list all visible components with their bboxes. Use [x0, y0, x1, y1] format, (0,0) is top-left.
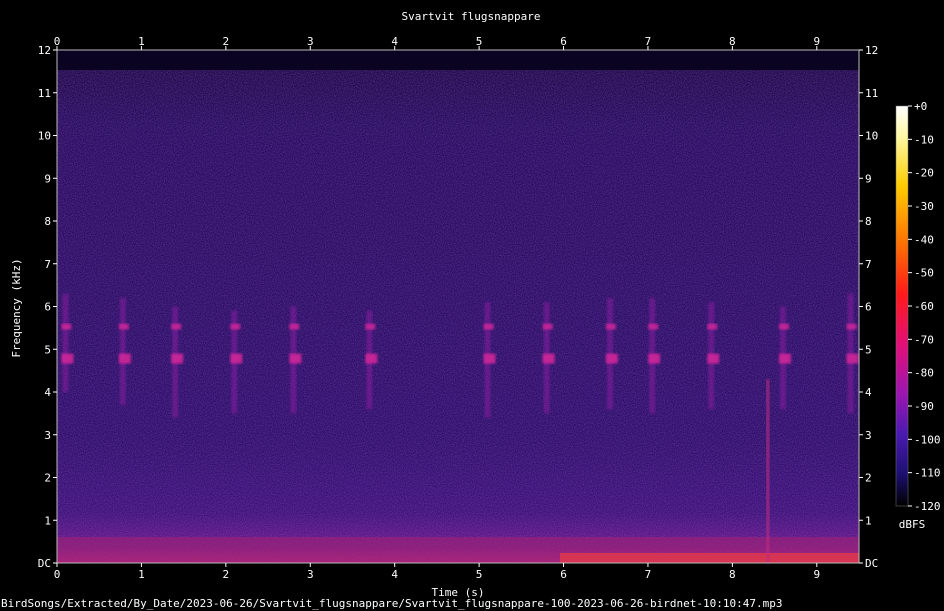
y-tick-label-right: 10	[865, 130, 878, 143]
call-main-band	[171, 353, 184, 364]
y-tick-label-right: 9	[865, 172, 872, 185]
y-tick-label-right: 2	[865, 472, 872, 485]
x-tick-label-top: 4	[391, 35, 398, 48]
x-tick-label-bottom: 0	[54, 568, 61, 581]
y-tick-label-left: 11	[38, 87, 51, 100]
call-main-band	[483, 353, 496, 364]
call-main-band	[707, 353, 720, 364]
call-upper-band	[483, 323, 494, 330]
call-streak	[62, 293, 69, 392]
y-tick-label-left: DC	[38, 557, 51, 570]
colorbar-tick-label: -40	[914, 233, 934, 246]
plot-top-fade	[57, 50, 859, 70]
call-main-band	[289, 353, 302, 364]
call-upper-band	[61, 323, 72, 330]
call-upper-band	[118, 323, 129, 330]
colorbar-tick-label: -90	[914, 400, 934, 413]
y-tick-label-right: 8	[865, 215, 872, 228]
y-tick-label-left: 6	[44, 301, 51, 314]
call-main-band	[542, 353, 555, 364]
x-tick-label-bottom: 9	[813, 568, 820, 581]
x-tick-label-top: 0	[54, 35, 61, 48]
call-upper-band	[171, 323, 182, 330]
x-tick-label-bottom: 7	[645, 568, 652, 581]
call-upper-band	[779, 323, 790, 330]
y-axis-label: Frequency (kHz)	[10, 258, 23, 357]
x-tick-label-bottom: 2	[223, 568, 230, 581]
y-tick-label-left: 10	[38, 130, 51, 143]
x-tick-label-bottom: 6	[560, 568, 567, 581]
y-tick-label-left: 8	[44, 215, 51, 228]
y-tick-label-right: 12	[865, 44, 878, 57]
call-main-band	[365, 353, 378, 364]
colorbar-tick-label: -120	[914, 500, 941, 513]
colorbar-tick-label: -100	[914, 433, 941, 446]
call-main-band	[605, 353, 618, 364]
y-tick-label-right: DC	[865, 557, 878, 570]
call-main-band	[846, 353, 859, 364]
x-tick-label-bottom: 5	[476, 568, 483, 581]
footer-file-path: BirdSongs/Extracted/By_Date/2023-06-26/S…	[1, 597, 782, 610]
y-tick-label-right: 7	[865, 258, 872, 271]
call-upper-band	[846, 323, 857, 330]
broadband-click	[766, 379, 770, 563]
colorbar	[895, 105, 909, 507]
call-upper-band	[605, 323, 616, 330]
y-tick-label-left: 12	[38, 44, 51, 57]
x-tick-label-top: 3	[307, 35, 314, 48]
y-tick-label-left: 9	[44, 172, 51, 185]
colorbar-tick-label: -80	[914, 367, 934, 380]
x-tick-label-bottom: 1	[138, 568, 145, 581]
y-tick-label-right: 11	[865, 87, 878, 100]
colorbar-tick-label: -50	[914, 267, 934, 280]
colorbar-ticks: +0 -10 -20 -30 -40 -50 -60 -70 -80 -90 -100 -110 -12…	[908, 100, 941, 513]
call-main-band	[779, 353, 792, 364]
colorbar-tick-label: -110	[914, 467, 941, 480]
x-tick-label-top: 5	[476, 35, 483, 48]
y-tick-label-left: 5	[44, 343, 51, 356]
x-tick-label-top: 7	[645, 35, 652, 48]
colorbar-tick-label: -20	[914, 167, 934, 180]
x-tick-label-top: 2	[223, 35, 230, 48]
colorbar-tick-label: -10	[914, 133, 934, 146]
y-tick-label-right: 5	[865, 343, 872, 356]
call-upper-band	[648, 323, 659, 330]
x-tick-label-top: 8	[729, 35, 736, 48]
call-main-band	[230, 353, 243, 364]
x-tick-label-bottom: 3	[307, 568, 314, 581]
y-tick-label-left: 4	[44, 386, 51, 399]
x-tick-label-top: 1	[138, 35, 145, 48]
spectrogram-chart: 00112233445566778899 DC DC1 12 23 34 45 56 67 78…	[1, 10, 941, 610]
chart-title: Svartvit flugsnappare	[401, 10, 540, 23]
colorbar-tick-label: -70	[914, 333, 934, 346]
x-tick-label-top: 6	[560, 35, 567, 48]
y-tick-label-right: 4	[865, 386, 872, 399]
call-upper-band	[289, 323, 300, 330]
x-tick-label-top: 9	[813, 35, 820, 48]
colorbar-label: dBFS	[899, 518, 926, 531]
colorbar-tick-label: +0	[914, 100, 927, 113]
call-upper-band	[542, 323, 553, 330]
call-upper-band	[365, 323, 376, 330]
low-frequency-band-bright	[560, 553, 859, 563]
colorbar-tick-label: -60	[914, 300, 934, 313]
colorbar-tick-label: -30	[914, 200, 934, 213]
call-upper-band	[230, 323, 241, 330]
y-tick-label-left: 1	[44, 514, 51, 527]
y-tick-label-right: 1	[865, 514, 872, 527]
y-tick-label-right: 3	[865, 429, 872, 442]
x-tick-label-bottom: 8	[729, 568, 736, 581]
x-tick-label-bottom: 4	[391, 568, 398, 581]
y-tick-label-left: 2	[44, 472, 51, 485]
call-main-band	[648, 353, 661, 364]
call-main-band	[61, 353, 74, 364]
y-tick-label-right: 6	[865, 301, 872, 314]
y-tick-label-left: 3	[44, 429, 51, 442]
call-main-band	[118, 353, 131, 364]
call-streak	[119, 297, 126, 405]
call-upper-band	[707, 323, 718, 330]
y-tick-label-left: 7	[44, 258, 51, 271]
